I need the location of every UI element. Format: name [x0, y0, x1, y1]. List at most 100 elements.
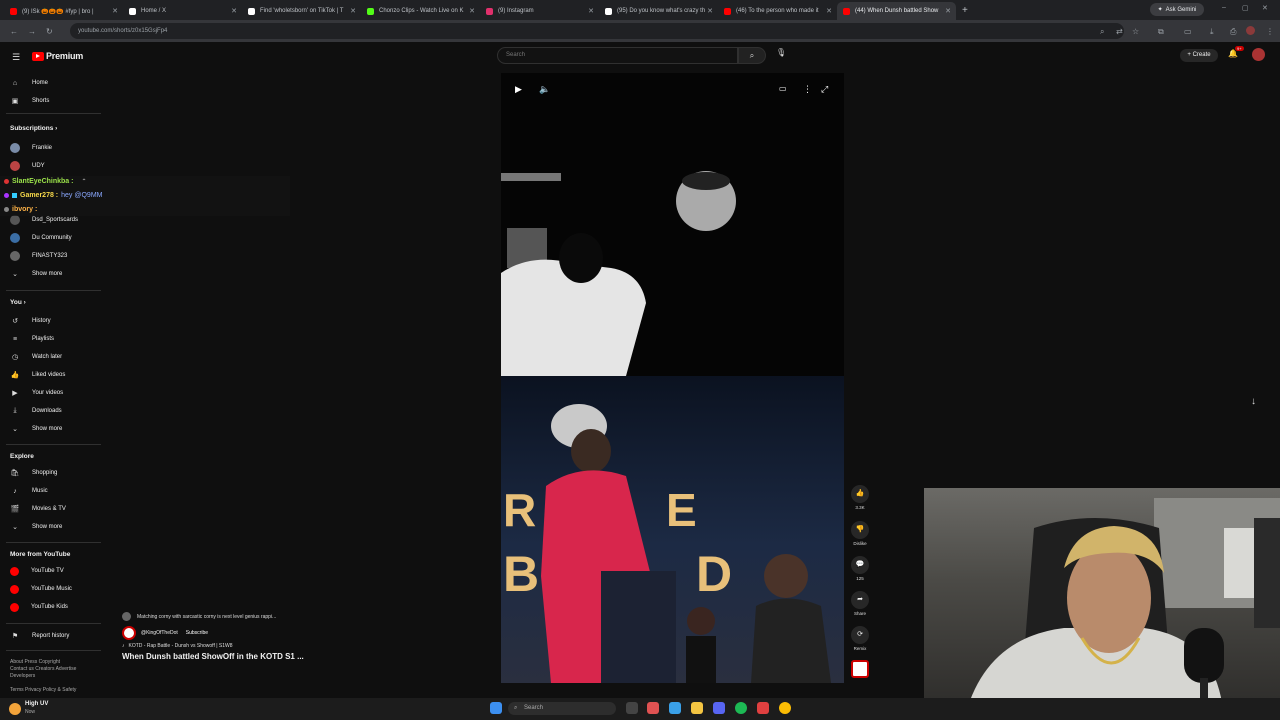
copilot-icon[interactable] — [647, 702, 659, 714]
browser-tab[interactable]: Find 'wholetsborn' on TikTok | T ✕ — [242, 2, 361, 20]
sidebar-item-history[interactable]: ↺ History — [10, 314, 51, 328]
sound-thumbnail[interactable] — [848, 660, 872, 678]
sidebar-item-shopping[interactable]: 🛍 Shopping — [10, 466, 58, 480]
footer-links[interactable]: About Press Copyright Contact us Creators… — [10, 659, 76, 694]
play-icon[interactable]: ▶ — [515, 84, 522, 95]
close-window-icon[interactable]: ✕ — [1262, 4, 1268, 12]
mic-icon[interactable]: 🎙 — [776, 48, 786, 57]
thumbs-up-icon[interactable]: 👍 — [851, 485, 869, 503]
address-bar[interactable]: youtube.com/shorts/z0x15GsjFp4 — [70, 23, 1124, 39]
like-action[interactable]: 👍 3.3K — [848, 485, 872, 510]
sidebar-item-music[interactable]: ♪ Music — [10, 484, 47, 498]
close-tab-icon[interactable]: ✕ — [469, 7, 475, 15]
share-action[interactable]: ➦ Share — [848, 591, 872, 616]
forward-icon[interactable]: → — [28, 27, 36, 36]
edge-icon[interactable] — [669, 702, 681, 714]
subscribe-button[interactable]: Subscribe — [186, 630, 208, 636]
weather-icon[interactable] — [9, 703, 21, 715]
sidebar-item-youtube-app[interactable]: YouTube TV — [10, 564, 64, 578]
cast-icon[interactable]: ⎙ — [1230, 27, 1236, 37]
back-icon[interactable]: ← — [10, 27, 18, 36]
sidebar-item-subscription[interactable]: Frankie — [10, 141, 52, 155]
sidebar-item-youtube-app[interactable]: YouTube Kids — [10, 600, 68, 614]
close-tab-icon[interactable]: ✕ — [945, 7, 951, 15]
app-icon[interactable] — [757, 702, 769, 714]
close-tab-icon[interactable]: ✕ — [112, 7, 118, 15]
extensions-icon[interactable]: ⧉ — [1158, 27, 1164, 37]
browser-tab[interactable]: (9) Instagram ✕ — [480, 2, 599, 20]
menu-dots-icon[interactable]: ⋮ — [1266, 27, 1274, 36]
short-title[interactable]: When Dunsh battled ShowOff in the KOTD S… — [122, 652, 332, 661]
close-tab-icon[interactable]: ✕ — [588, 7, 594, 15]
taskbar-search[interactable]: ⌕ Search — [508, 702, 616, 715]
file-explorer-icon[interactable] — [691, 702, 703, 714]
close-tab-icon[interactable]: ✕ — [350, 7, 356, 15]
sidebar-item-report-history[interactable]: ⚑ Report history — [10, 629, 70, 643]
browser-tab[interactable]: Home / X ✕ — [123, 2, 242, 20]
sidebar-item-subscription[interactable]: FINASTY323 — [10, 249, 67, 263]
channel-name[interactable]: @KingOfTheDot — [141, 630, 178, 636]
next-short-arrow-icon[interactable]: ↓ — [1251, 396, 1256, 407]
volume-icon[interactable]: 🔈 — [539, 84, 550, 95]
music-row[interactable]: ♪ KOTD - Rap Battle - Dunsh vs Showoff | … — [122, 643, 332, 649]
search-input[interactable]: Search — [497, 47, 738, 64]
account-avatar[interactable] — [1252, 48, 1265, 61]
sidebar-item-your-videos[interactable]: ▶ Your videos — [10, 386, 63, 400]
sidebar-item-movies-tv[interactable]: 🎬 Movies & TV — [10, 502, 66, 516]
ask-gemini-button[interactable]: ✦ Ask Gemini — [1150, 3, 1204, 16]
bookmark-star-icon[interactable]: ☆ — [1132, 27, 1139, 36]
sidebar-item-shorts[interactable]: ▣ Shorts — [10, 94, 50, 108]
comment-preview[interactable]: Matching corny with sarcastic corny is n… — [122, 612, 332, 621]
reload-icon[interactable]: ↻ — [46, 27, 53, 36]
comment-icon[interactable]: 💬 — [851, 556, 869, 574]
sidebar-item-youtube-app[interactable]: YouTube Music — [10, 582, 72, 596]
sidebar-item-subscription[interactable]: UDY — [10, 159, 45, 173]
chrome-icon[interactable] — [779, 702, 791, 714]
browser-tab[interactable]: Chonzo Clips - Watch Live on K ✕ — [361, 2, 480, 20]
remix-action[interactable]: ⟳ Remix — [848, 626, 872, 651]
browser-tab-active[interactable]: (44) When Dunsh battled Show ✕ — [837, 2, 956, 20]
dislike-action[interactable]: 👎 Dislike — [848, 521, 872, 546]
thumbs-down-icon[interactable]: 👎 — [851, 521, 869, 539]
sidebar-item-playlists[interactable]: ≡ Playlists — [10, 332, 54, 346]
show-more-explore[interactable]: ⌄ Show more — [10, 520, 62, 534]
browser-tab[interactable]: (9) ISk 🎃🎃🎃 #fyp | bro | ✕ — [4, 2, 123, 20]
task-view-icon[interactable] — [626, 702, 638, 714]
sidebar-item-subscription[interactable]: Du Community — [10, 231, 72, 245]
close-tab-icon[interactable]: ✕ — [707, 7, 713, 15]
minimize-icon[interactable]: – — [1222, 4, 1226, 11]
sound-thumbnail-icon[interactable] — [851, 660, 869, 678]
show-more-you[interactable]: ⌄ Show more — [10, 422, 62, 436]
share-icon[interactable]: ➦ — [851, 591, 869, 609]
close-tab-icon[interactable]: ✕ — [231, 7, 237, 15]
sidebar-item-watch-later[interactable]: ◷ Watch later — [10, 350, 62, 364]
shorts-video-player[interactable]: R E B D ▶ 🔈 ▭ ⋮ ⤢ — [501, 73, 844, 683]
browser-tab[interactable]: (95) Do you know what's crazy th ✕ — [599, 2, 718, 20]
remix-icon[interactable]: ⟳ — [851, 626, 869, 644]
you-heading[interactable]: You › — [10, 299, 26, 306]
profile-avatar[interactable] — [1246, 26, 1255, 35]
sidebar-item-liked-videos[interactable]: 👍 Liked videos — [10, 368, 66, 382]
youtube-logo[interactable]: Premium — [32, 51, 83, 61]
download-icon[interactable]: ⤓ — [1210, 27, 1214, 37]
show-more-subscriptions[interactable]: ⌄ Show more — [10, 267, 62, 281]
search-button[interactable]: ⌕ — [738, 47, 766, 64]
captions-icon[interactable]: ▭ — [779, 84, 787, 93]
comments-action[interactable]: 💬 125 — [848, 556, 872, 581]
subscriptions-heading[interactable]: Subscriptions › — [10, 125, 57, 132]
new-tab-icon[interactable]: + — [962, 5, 968, 16]
sidebar-item-downloads[interactable]: ⤓ Downloads — [10, 404, 61, 418]
spotify-icon[interactable] — [735, 702, 747, 714]
hamburger-menu-icon[interactable]: ☰ — [12, 52, 20, 63]
windows-start-icon[interactable] — [490, 702, 502, 714]
translate-icon[interactable]: ⇄ — [1116, 27, 1123, 36]
browser-tab[interactable]: (46) To the person who made it ✕ — [718, 2, 837, 20]
maximize-icon[interactable]: ▢ — [1242, 4, 1249, 12]
close-tab-icon[interactable]: ✕ — [826, 7, 832, 15]
create-button[interactable]: + Create — [1180, 49, 1218, 62]
discord-icon[interactable] — [713, 702, 725, 714]
more-options-icon[interactable]: ⋮ — [803, 84, 812, 95]
sidebar-item-home[interactable]: ⌂ Home — [10, 76, 48, 90]
sidepanel-icon[interactable]: ▭ — [1184, 27, 1192, 36]
zoom-icon[interactable]: ⌕ — [1100, 27, 1104, 37]
